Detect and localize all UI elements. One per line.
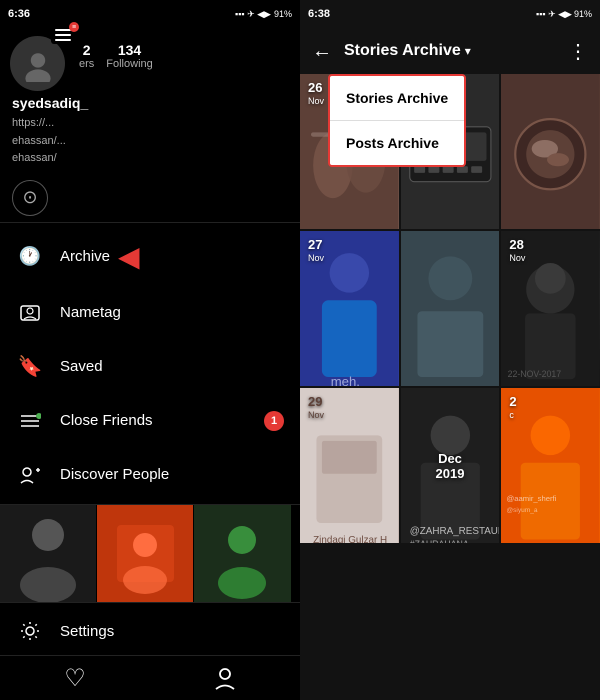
heart-button[interactable]: ♡: [53, 662, 97, 694]
date-26nov: 26Nov: [308, 80, 324, 106]
svg-text:@aamir_sherfi: @aamir_sherfi: [507, 494, 557, 503]
settings-item[interactable]: Settings: [0, 607, 300, 655]
archive-cell-blurred[interactable]: [401, 231, 500, 386]
archive-header: ← Stories Archive ▾ ⋮: [300, 28, 600, 74]
close-friends-badge: 1: [264, 411, 284, 431]
nametag-icon: [16, 299, 44, 327]
back-button[interactable]: ←: [308, 40, 336, 63]
profile-grid-bottom: [0, 504, 300, 602]
grid-thumb-3: [194, 505, 291, 602]
saved-label: Saved: [60, 358, 103, 375]
close-friends-label: Close Friends: [60, 412, 153, 429]
menu-item-close-friends[interactable]: Close Friends 1: [0, 394, 300, 448]
svg-text:@ZAHRA_RESTAURAN: @ZAHRA_RESTAURAN: [409, 526, 499, 537]
archive-icon: 🕐: [16, 242, 44, 270]
menu-list: 🕐 Archive ◀ Nametag 🔖 Saved: [0, 227, 300, 504]
profile-camera-icon: ⊙: [12, 180, 48, 216]
grid-row-2: meh. 27Nov: [300, 231, 600, 386]
nametag-label: Nametag: [60, 304, 121, 321]
hamburger-menu[interactable]: ≡: [51, 26, 75, 44]
svg-text:@siyum_a: @siyum_a: [507, 507, 538, 514]
status-icons-left: ▪▪▪ ✈ ◀▶ 91%: [235, 9, 292, 20]
discover-icon: [16, 461, 44, 489]
svg-text:#ZAHRAHANA: #ZAHRAHANA: [409, 539, 468, 543]
status-bar-left: 6:36 ▪▪▪ ✈ ◀▶ 91%: [0, 0, 300, 28]
archive-title: Stories Archive: [344, 42, 461, 60]
following-stat: 134 Following: [106, 42, 152, 70]
svg-text:meh.: meh.: [331, 374, 360, 386]
close-friends-icon: [16, 407, 44, 435]
menu-item-discover[interactable]: Discover People: [0, 448, 300, 502]
followers-stat: 2 ers: [79, 42, 94, 70]
profile-links: https://... ehassan/... ehassan/: [0, 115, 300, 174]
avatar: [10, 36, 65, 91]
divider-bottom: [0, 602, 300, 603]
archive-cell-dec2019[interactable]: @ZAHRA_RESTAURAN #ZAHRAHANA Dec 2019: [401, 388, 500, 543]
date-27nov: 27Nov: [308, 237, 324, 263]
menu-item-nametag[interactable]: Nametag: [0, 286, 300, 340]
archive-cell-29nov[interactable]: Zindagi Gulzar H 29Nov: [300, 388, 399, 543]
chevron-down-icon: ▾: [465, 44, 471, 58]
archive-grid: 26Nov: [300, 74, 600, 700]
grid-thumb-2: [97, 505, 194, 602]
username-area: syedsadiq_: [0, 95, 300, 115]
profile-button[interactable]: [203, 662, 247, 694]
menu-item-saved[interactable]: 🔖 Saved: [0, 340, 300, 394]
more-button[interactable]: ⋮: [564, 39, 592, 64]
annotation-arrow-2: ◀: [118, 240, 140, 273]
settings-icon: [16, 617, 44, 645]
svg-text:22-NOV-2017: 22-NOV-2017: [508, 369, 562, 379]
date-28nov: 28Nov: [509, 237, 525, 263]
dropdown-posts-archive[interactable]: Posts Archive: [330, 121, 464, 165]
dropdown-stories-archive[interactable]: Stories Archive: [330, 76, 464, 121]
menu-item-facebook[interactable]: f Open Facebook: [0, 502, 300, 504]
date-29nov: 29Nov: [308, 394, 324, 420]
divider-top: [0, 222, 300, 223]
settings-label: Settings: [60, 623, 114, 640]
archive-title-button[interactable]: Stories Archive ▾: [344, 42, 471, 60]
svg-text:Zindagi Gulzar H: Zindagi Gulzar H: [313, 535, 387, 543]
dec-2019-label: Dec 2019: [425, 451, 474, 481]
grid-row-3: Zindagi Gulzar H 29Nov @ZAHRA_RESTAURAN …: [300, 388, 600, 543]
time-right: 6:38: [308, 8, 330, 20]
discover-label: Discover People: [60, 466, 169, 483]
avatar-container: ≡ ➜: [10, 36, 65, 91]
archive-cell-2[interactable]: @aamir_sherfi @siyum_a 2c: [501, 388, 600, 543]
right-panel: 6:38 ▪▪▪ ✈ ◀▶ 91% ← Stories Archive ▾ ⋮ …: [300, 0, 600, 700]
archive-cell-27nov[interactable]: meh. 27Nov: [300, 231, 399, 386]
bottom-nav: ♡: [0, 655, 300, 700]
time-left: 6:36: [8, 8, 30, 20]
left-panel: 6:36 ▪▪▪ ✈ ◀▶ 91% ≡ ➜: [0, 0, 300, 700]
profile-icon-section: ⊙: [0, 174, 300, 222]
dropdown-menu: Stories Archive Posts Archive: [328, 74, 466, 167]
status-icons-right: ▪▪▪ ✈ ◀▶ 91%: [536, 9, 592, 20]
date-2-dec: 2c: [509, 394, 516, 420]
saved-icon: 🔖: [16, 353, 44, 381]
archive-cell-28nov[interactable]: 22-NOV-2017 28Nov: [501, 231, 600, 386]
notification-dot: ≡: [69, 22, 79, 32]
archive-cell-food[interactable]: [501, 74, 600, 229]
status-bar-right: 6:38 ▪▪▪ ✈ ◀▶ 91%: [300, 0, 600, 28]
archive-label: Archive: [60, 248, 110, 265]
grid-thumb-1: [0, 505, 97, 602]
menu-item-archive[interactable]: 🕐 Archive ◀: [0, 227, 300, 286]
username: syedsadiq_: [12, 95, 88, 111]
